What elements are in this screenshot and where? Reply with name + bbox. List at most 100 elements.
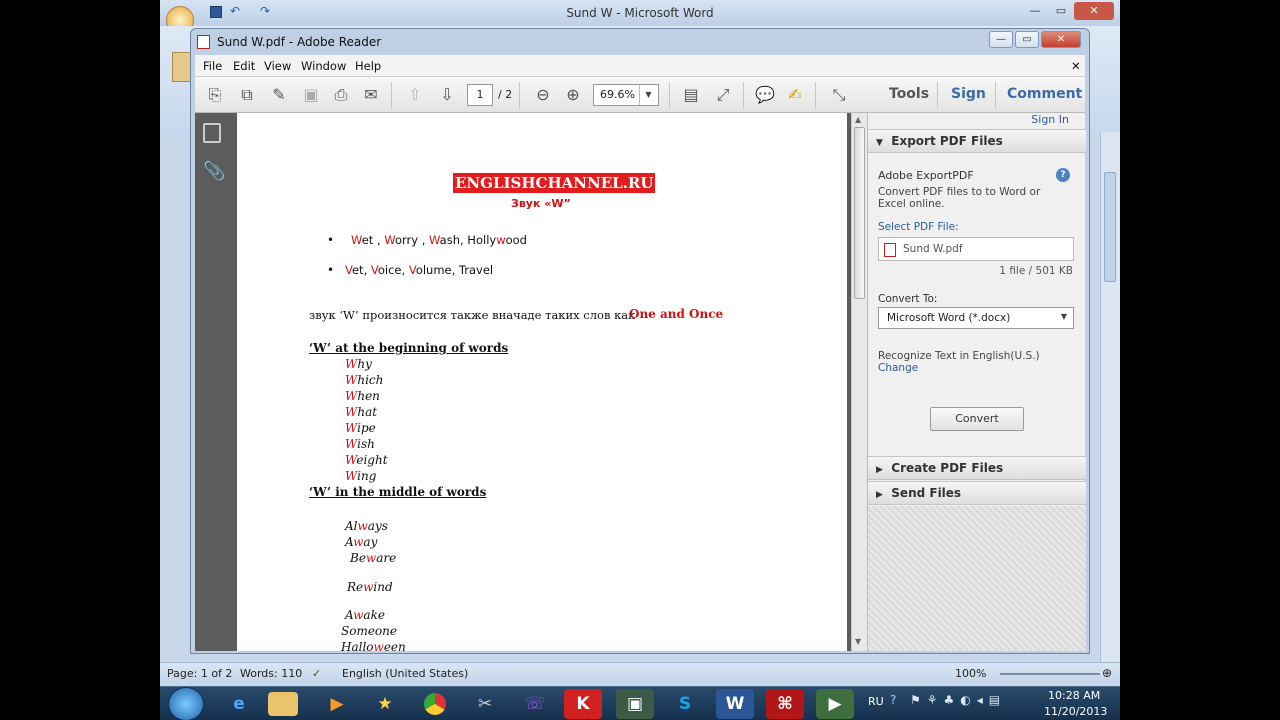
document-scrollbar[interactable]: ▲ ▼ bbox=[851, 113, 867, 651]
proofing-icon[interactable]: ✓ bbox=[312, 667, 321, 680]
word-list-item: Wing bbox=[345, 469, 377, 483]
sign-in-link[interactable]: Sign In bbox=[1031, 113, 1069, 126]
reader-minimize-button[interactable]: — bbox=[989, 31, 1013, 48]
app-window-icon[interactable]: ▣ bbox=[616, 689, 654, 719]
zoom-in-icon[interactable]: ⊕ bbox=[1102, 666, 1112, 680]
export-pdf-header[interactable]: ▼ Export PDF Files bbox=[868, 129, 1086, 153]
word-minimize-button[interactable]: — bbox=[1022, 2, 1048, 20]
start-button[interactable] bbox=[168, 687, 204, 720]
tab-comment[interactable]: Comment bbox=[1007, 86, 1082, 102]
selected-file-name: Sund W.pdf bbox=[903, 243, 963, 255]
tray-icons[interactable]: ⚑⚘♣◐◂▤ bbox=[910, 693, 1006, 707]
tab-sign[interactable]: Sign bbox=[951, 86, 986, 102]
fullscreen-icon[interactable]: ⤡ bbox=[827, 83, 851, 107]
page-number-input[interactable]: 1 bbox=[467, 84, 493, 106]
select-file-label: Select PDF File: bbox=[878, 221, 959, 233]
kaspersky-icon[interactable]: K bbox=[564, 689, 602, 719]
menu-view[interactable]: View bbox=[264, 59, 291, 73]
status-words[interactable]: Words: 110 bbox=[240, 667, 302, 680]
scroll-thumb[interactable] bbox=[854, 127, 865, 299]
word-maximize-button[interactable]: ▭ bbox=[1048, 2, 1074, 20]
menu-file[interactable]: File bbox=[203, 59, 222, 73]
fit-width-icon[interactable]: ⤢ bbox=[711, 83, 735, 107]
collapsed-arrow-icon: ▶ bbox=[876, 490, 883, 500]
tools-pane: Sign In ▼ Export PDF Files Adobe ExportP… bbox=[867, 113, 1086, 651]
status-zoom[interactable]: 100% bbox=[955, 667, 986, 680]
ie-icon[interactable]: e bbox=[220, 689, 258, 719]
clock-time[interactable]: 10:28 AM bbox=[1048, 689, 1100, 702]
viber-icon[interactable]: ☏ bbox=[516, 689, 554, 719]
word-title: Sund W - Microsoft Word bbox=[566, 6, 714, 20]
word-scroll-thumb[interactable] bbox=[1104, 172, 1116, 282]
sticky-note-icon[interactable]: 💬 bbox=[753, 83, 777, 107]
highlight-icon[interactable]: ✍ bbox=[783, 83, 807, 107]
pane-empty-area bbox=[868, 506, 1086, 651]
page-total: / 2 bbox=[498, 88, 513, 101]
menu-window[interactable]: Window bbox=[301, 59, 346, 73]
reader-close-button[interactable]: ✕ bbox=[1041, 31, 1081, 48]
send-files-header[interactable]: ▶ Send Files bbox=[868, 481, 1086, 505]
selected-file-box[interactable]: Sund W.pdf bbox=[878, 237, 1074, 261]
skype-icon[interactable]: S bbox=[666, 689, 704, 719]
note-one-once: One and Once bbox=[629, 307, 724, 321]
zoom-slider[interactable] bbox=[1000, 673, 1100, 675]
word-taskbar-icon[interactable]: W bbox=[716, 689, 754, 719]
reader-restore-button[interactable]: ▭ bbox=[1015, 31, 1039, 48]
note-russian: звук ‘W’ произносится также вначаде таки… bbox=[309, 308, 636, 322]
adobe-reader-taskbar-icon[interactable]: ⌘ bbox=[766, 689, 804, 719]
edit-icon[interactable]: ✎ bbox=[267, 83, 291, 107]
export-title: Adobe ExportPDF bbox=[878, 169, 974, 182]
fit-page-icon[interactable]: ▤ bbox=[679, 83, 703, 107]
word-list-item: Halloween bbox=[341, 640, 406, 651]
explorer-icon[interactable] bbox=[268, 692, 298, 716]
word-vertical-scrollbar[interactable] bbox=[1100, 132, 1120, 662]
change-link[interactable]: Change bbox=[878, 362, 918, 374]
help-icon[interactable]: ? bbox=[1056, 168, 1070, 182]
menu-help[interactable]: Help bbox=[355, 59, 381, 73]
status-page[interactable]: Page: 1 of 2 bbox=[167, 667, 232, 680]
email-icon[interactable]: ✉ bbox=[359, 83, 383, 107]
zoom-in-icon[interactable]: ⊕ bbox=[561, 83, 585, 107]
word-close-button[interactable]: ✕ bbox=[1074, 2, 1114, 20]
send-files-header-label: Send Files bbox=[891, 486, 962, 500]
recognize-text-info: Recognize Text in English(U.S.) bbox=[878, 350, 1040, 362]
doc-subtitle: Звук «W” bbox=[511, 197, 571, 210]
page-thumbnails-icon[interactable] bbox=[203, 123, 221, 143]
close-document-icon[interactable]: ✕ bbox=[1071, 59, 1081, 73]
zoom-out-icon[interactable]: ⊖ bbox=[531, 83, 555, 107]
help-tray-icon[interactable]: ? bbox=[890, 693, 896, 707]
media-center-icon[interactable]: ★ bbox=[366, 689, 404, 719]
status-language[interactable]: English (United States) bbox=[342, 667, 468, 680]
scroll-down-arrow[interactable]: ▼ bbox=[855, 637, 861, 646]
save-icon[interactable]: ▣ bbox=[299, 83, 323, 107]
scroll-up-arrow[interactable]: ▲ bbox=[855, 115, 861, 124]
app-icon[interactable]: ✂ bbox=[466, 689, 504, 719]
media-player-icon[interactable]: ▶ bbox=[318, 689, 356, 719]
adobe-reader-window: Sund W.pdf - Adobe Reader — ▭ ✕ File Edi… bbox=[190, 28, 1090, 654]
collapsed-arrow-icon: ▶ bbox=[876, 465, 883, 475]
right-letterbox bbox=[1120, 0, 1280, 720]
language-indicator[interactable]: RU bbox=[868, 695, 884, 708]
recorder-taskbar-icon[interactable]: ▶ bbox=[816, 689, 854, 719]
previous-page-icon[interactable]: ⇧ bbox=[403, 83, 427, 107]
next-page-icon[interactable]: ⇩ bbox=[435, 83, 459, 107]
file-size-info: 1 file / 501 KB bbox=[999, 265, 1073, 277]
windows-taskbar: e ▶ ★ ✂ ☏ K ▣ S W ⌘ ▶ RU ? ⚑⚘♣◐◂▤ 10:28 … bbox=[160, 686, 1120, 720]
create-pdf-header[interactable]: ▶ Create PDF Files bbox=[868, 456, 1086, 480]
tab-tools[interactable]: Tools bbox=[889, 86, 929, 102]
clock-date[interactable]: 11/20/2013 bbox=[1044, 705, 1107, 718]
zoom-dropdown-arrow[interactable]: ▼ bbox=[639, 85, 657, 105]
menu-edit[interactable]: Edit bbox=[233, 59, 255, 73]
attachments-icon[interactable]: 📎 bbox=[203, 161, 225, 182]
toolbar-divider bbox=[669, 82, 670, 108]
word-list-item: Beware bbox=[350, 551, 397, 565]
brand-banner: ENGLISHCHANNEL.RU bbox=[453, 173, 656, 193]
print-icon[interactable]: ⎙ bbox=[329, 83, 353, 107]
convert-to-label: Convert To: bbox=[878, 293, 938, 305]
convert-format-select[interactable]: Microsoft Word (*.docx) ▼ bbox=[878, 307, 1074, 329]
combine-icon[interactable]: ⧉ bbox=[235, 83, 259, 107]
chrome-icon[interactable] bbox=[416, 689, 454, 719]
convert-button[interactable]: Convert bbox=[930, 407, 1024, 431]
reader-toolbar: ⎘ ⧉ ✎ ▣ ⎙ ✉ ⇧ ⇩ 1 / 2 ⊖ ⊕ 69.6% ▼ ▤ ⤢ 💬 … bbox=[195, 77, 1085, 113]
create-pdf-icon[interactable]: ⎘ bbox=[203, 83, 227, 107]
